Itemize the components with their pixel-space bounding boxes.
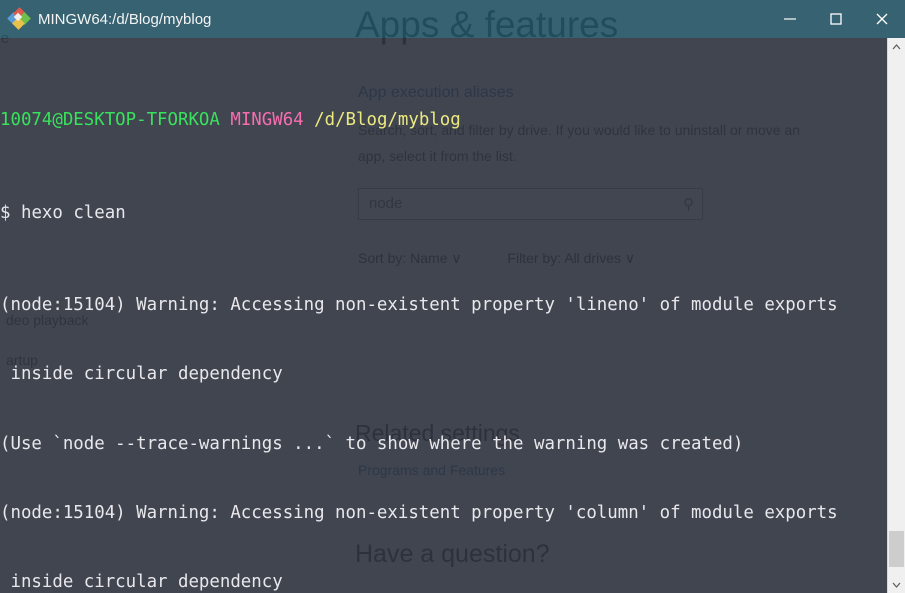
close-button[interactable] <box>859 0 905 38</box>
prompt-shell: MINGW64 <box>230 110 304 131</box>
terminal-output-area[interactable]: 10074@DESKTOP-TFORKOA MINGW64 /d/Blog/my… <box>0 38 887 593</box>
command-text: hexo clean <box>20 202 126 223</box>
command-line: $ hexo clean <box>0 202 887 225</box>
output-line: (node:15104) Warning: Accessing non-exis… <box>0 295 838 316</box>
output-line: (Use `node --trace-warnings ...` to show… <box>0 433 744 454</box>
output-line: inside circular dependency <box>0 572 283 593</box>
scrollbar-thumb[interactable] <box>889 531 904 567</box>
output-line: (node:15104) Warning: Accessing non-exis… <box>0 502 838 523</box>
window-controls <box>767 0 905 38</box>
prompt-user-host: 10074@DESKTOP-TFORKOA <box>0 110 220 131</box>
prompt-symbol: $ <box>0 202 11 223</box>
terminal-scrollbar[interactable] <box>887 38 905 593</box>
scrollbar-down-button[interactable] <box>888 576 905 593</box>
minimize-button[interactable] <box>767 0 813 38</box>
title-bar[interactable]: MINGW64:/d/Blog/myblog <box>0 0 905 38</box>
output-line: inside circular dependency <box>0 364 283 385</box>
prompt-line: 10074@DESKTOP-TFORKOA MINGW64 /d/Blog/my… <box>0 109 887 132</box>
git-bash-icon <box>7 7 31 30</box>
window-title: MINGW64:/d/Blog/myblog <box>38 10 212 28</box>
maximize-button[interactable] <box>813 0 859 38</box>
scrollbar-up-button[interactable] <box>888 38 905 55</box>
prompt-path: /d/Blog/myblog <box>314 110 461 131</box>
mingw64-terminal-window: MINGW64:/d/Blog/myblog 10074@DESKTOP-TFO… <box>0 0 905 593</box>
terminal-text: 10074@DESKTOP-TFORKOA MINGW64 /d/Blog/my… <box>0 40 887 593</box>
